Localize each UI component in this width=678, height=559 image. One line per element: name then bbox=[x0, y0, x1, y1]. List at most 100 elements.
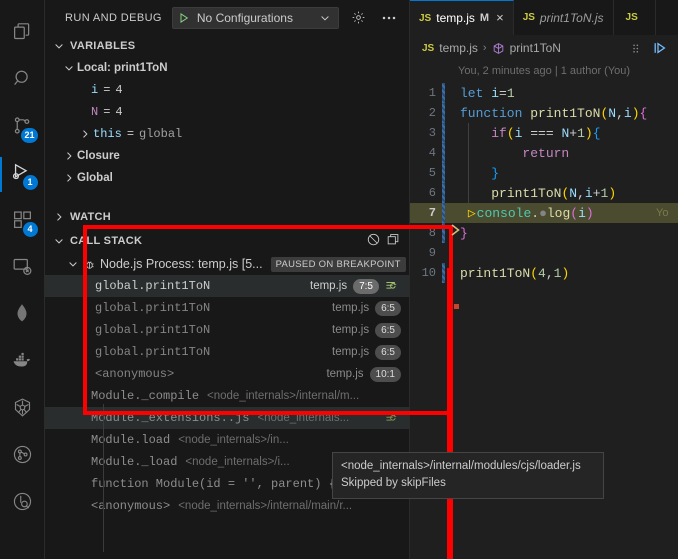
variable-row-n[interactable]: N = 4 bbox=[45, 101, 409, 123]
run-and-debug-sidebar: RUN AND DEBUG No Configurations VARIABLE… bbox=[45, 0, 604, 559]
gutter-breakpoint[interactable] bbox=[436, 203, 454, 223]
activity-item-mongodb[interactable] bbox=[0, 292, 45, 339]
frame-position: 7:5 bbox=[353, 278, 379, 294]
grid-dots-icon[interactable] bbox=[630, 42, 643, 55]
code-line[interactable]: 2 function print1ToN(N,i){ bbox=[410, 103, 678, 123]
code-text: function print1ToN(N,i){ bbox=[460, 105, 648, 121]
variable-equals: = bbox=[103, 83, 111, 97]
activity-item-remote-explorer[interactable] bbox=[0, 245, 45, 292]
code-line[interactable]: 5 } bbox=[410, 163, 678, 183]
section-title-variables: VARIABLES bbox=[70, 40, 136, 52]
vscode-window: 21 1 4 RUN AND DEBUG No Configurations V… bbox=[0, 0, 678, 559]
variable-scope-local[interactable]: Local: print1ToN bbox=[45, 57, 409, 79]
activity-item-azure[interactable] bbox=[0, 480, 45, 527]
section-header-watch[interactable]: WATCH bbox=[45, 205, 409, 229]
activity-item-extensions[interactable]: 4 bbox=[0, 198, 45, 245]
editor-tab-print1ton-js[interactable]: JS print1ToN.js bbox=[513, 0, 614, 35]
variable-row-i[interactable]: i = 4 bbox=[45, 79, 409, 101]
activity-item-kubernetes[interactable] bbox=[0, 386, 45, 433]
variable-scope-closure[interactable]: Closure bbox=[45, 145, 409, 167]
copy-window-icon[interactable] bbox=[386, 232, 401, 250]
azure-circle-icon bbox=[12, 491, 33, 517]
call-stack-internal-frame[interactable]: Module.load <node_internals>/in... bbox=[45, 429, 409, 451]
status-badge-paused: PAUSED ON BREAKPOINT bbox=[270, 256, 406, 272]
source-control-badge: 21 bbox=[21, 128, 38, 143]
line-number: 1 bbox=[428, 86, 436, 100]
line-number: 7 bbox=[428, 206, 436, 220]
breadcrumb-symbol[interactable]: print1ToN bbox=[510, 41, 561, 55]
call-stack-frame[interactable]: global.print1ToN temp.js 6:5 bbox=[45, 341, 409, 363]
breadcrumb-file[interactable]: temp.js bbox=[439, 41, 478, 55]
section-header-call-stack[interactable]: CALL STACK bbox=[45, 229, 409, 253]
call-stack-frame[interactable]: global.print1ToN temp.js 7:5 bbox=[45, 275, 409, 297]
code-text: return bbox=[522, 145, 570, 161]
editor-tab-temp-js[interactable]: JS temp.js M × bbox=[410, 0, 514, 35]
files-icon bbox=[12, 21, 33, 47]
tooltip-skipped-file: <node_internals>/internal/modules/cjs/lo… bbox=[332, 452, 604, 499]
restart-frame-icon[interactable] bbox=[385, 411, 409, 425]
gutter[interactable] bbox=[436, 243, 454, 263]
more-actions-icon[interactable] bbox=[379, 8, 399, 28]
code-line[interactable]: 3 if(i === N+1){ bbox=[410, 123, 678, 143]
variable-name: this bbox=[93, 127, 122, 141]
stop-circle-slash-icon[interactable] bbox=[366, 232, 381, 250]
frame-position: 10:1 bbox=[369, 366, 401, 382]
code-line[interactable]: 1 let i=1 bbox=[410, 83, 678, 103]
variable-scope-global[interactable]: Global bbox=[45, 167, 409, 189]
activity-item-run-and-debug[interactable]: 1 bbox=[0, 151, 45, 198]
search-icon bbox=[12, 68, 33, 94]
line-number: 4 bbox=[428, 146, 436, 160]
variable-equals: = bbox=[126, 127, 135, 141]
frame-function: global.print1ToN bbox=[95, 345, 211, 359]
frame-position: 6:5 bbox=[375, 300, 401, 316]
variable-row-this[interactable]: this = global bbox=[45, 123, 409, 145]
activity-item-source-control[interactable]: 21 bbox=[0, 104, 45, 151]
frame-path: <node_internals>/i... bbox=[185, 456, 290, 468]
debug-configuration-select[interactable]: No Configurations bbox=[171, 6, 339, 29]
activity-item-search[interactable] bbox=[0, 57, 45, 104]
gutter[interactable] bbox=[436, 183, 454, 203]
gutter[interactable] bbox=[436, 123, 454, 143]
activity-item-test-explorer[interactable] bbox=[0, 433, 45, 480]
gear-icon[interactable] bbox=[349, 8, 369, 28]
restart-frame-icon[interactable] bbox=[383, 279, 401, 293]
call-stack-session-row[interactable]: Node.js Process: temp.js [5... PAUSED ON… bbox=[45, 253, 409, 275]
call-stack-internal-frame[interactable]: Module._extensions..js <node_internals..… bbox=[45, 407, 409, 429]
variable-equals: = bbox=[103, 105, 111, 119]
gutter[interactable] bbox=[436, 163, 454, 183]
frame-function: global.print1ToN bbox=[95, 279, 211, 293]
git-blame-annotation: You, 2 minutes ago | 1 author (You) bbox=[458, 65, 631, 77]
variable-scope-label: Closure bbox=[77, 150, 120, 162]
variable-name: i bbox=[91, 83, 99, 97]
close-icon[interactable]: × bbox=[496, 11, 504, 24]
activity-item-explorer[interactable] bbox=[0, 10, 45, 57]
code-editor[interactable]: You, 2 minutes ago | 1 author (You) 1 le… bbox=[410, 61, 678, 309]
variable-value: 4 bbox=[115, 83, 123, 97]
variable-scope-label: Global bbox=[77, 172, 113, 184]
gutter[interactable] bbox=[436, 83, 454, 103]
play-icon[interactable] bbox=[173, 8, 195, 28]
code-line[interactable]: 4 return bbox=[410, 143, 678, 163]
activity-item-docker[interactable] bbox=[0, 339, 45, 386]
line-number: 8 bbox=[428, 226, 436, 240]
modified-indicator: M bbox=[479, 12, 490, 24]
gutter[interactable] bbox=[436, 143, 454, 163]
sidebar-header: RUN AND DEBUG No Configurations bbox=[45, 0, 409, 35]
code-line[interactable]: 6 print1ToN(N,i+1) bbox=[410, 183, 678, 203]
code-text: print1ToN(N,i+1) bbox=[491, 185, 617, 201]
call-stack-frame[interactable]: global.print1ToN temp.js 6:5 bbox=[45, 319, 409, 341]
section-header-variables[interactable]: VARIABLES bbox=[45, 35, 409, 57]
frame-path: <node_internals>/internal/m... bbox=[207, 390, 360, 402]
gutter[interactable] bbox=[436, 103, 454, 123]
call-stack-frame[interactable]: global.print1ToN temp.js 6:5 bbox=[45, 297, 409, 319]
frame-function: <anonymous> bbox=[95, 367, 175, 381]
call-stack-frame[interactable]: <anonymous> temp.js 10:1 bbox=[45, 363, 409, 385]
code-line-current[interactable]: 7 ▷console.●log(i) Yo bbox=[410, 203, 678, 223]
call-stack-internal-frame[interactable]: Module._compile <node_internals>/interna… bbox=[45, 385, 409, 407]
debug-bug-icon bbox=[83, 258, 96, 271]
code-line[interactable]: 9 bbox=[410, 243, 678, 263]
chevron-down-icon[interactable] bbox=[316, 12, 334, 24]
frame-function: global.print1ToN bbox=[95, 323, 211, 337]
run-play-icon[interactable] bbox=[652, 40, 668, 56]
editor-tab-overflow[interactable]: JS bbox=[613, 0, 656, 35]
